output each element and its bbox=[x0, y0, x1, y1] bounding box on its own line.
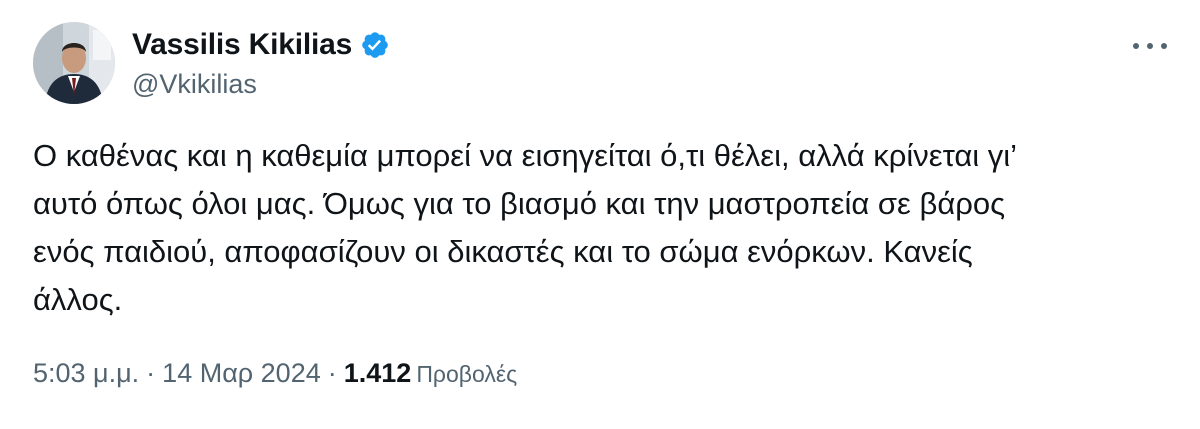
avatar-image bbox=[33, 22, 115, 104]
tweet-card: Vassilis Kikilias @Vkikilias Ο καθένας κ… bbox=[0, 0, 1200, 429]
avatar[interactable] bbox=[33, 22, 115, 104]
more-dot bbox=[1147, 43, 1153, 49]
more-options-icon[interactable] bbox=[1133, 36, 1167, 56]
author-display-name[interactable]: Vassilis Kikilias bbox=[132, 28, 352, 62]
author-handle[interactable]: @Vkikilias bbox=[132, 69, 257, 100]
tweet-text: Ο καθένας και η καθεμία μπορεί να εισηγε… bbox=[33, 132, 1153, 324]
more-dot bbox=[1133, 43, 1139, 49]
tweet-meta: 5:03 μ.μ. · 14 Μαρ 2024 · 1.412 Προβολές bbox=[33, 358, 517, 389]
views-count: 1.412 bbox=[343, 358, 412, 388]
more-dot bbox=[1161, 43, 1167, 49]
verified-badge-icon bbox=[360, 30, 390, 60]
tweet-text-line: άλλος. bbox=[33, 282, 123, 317]
meta-separator: · bbox=[146, 358, 156, 388]
tweet-date[interactable]: 14 Μαρ 2024 bbox=[162, 358, 321, 389]
tweet-text-line: Ο καθένας και η καθεμία μπορεί να εισηγε… bbox=[33, 138, 1018, 173]
views-label: Προβολές bbox=[416, 361, 518, 387]
meta-separator: · bbox=[327, 358, 337, 388]
tweet-text-line: αυτό όπως όλοι μας. Όμως για το βιασμό κ… bbox=[33, 186, 1006, 221]
tweet-time[interactable]: 5:03 μ.μ. bbox=[33, 358, 139, 389]
author-name-row: Vassilis Kikilias bbox=[132, 25, 390, 65]
tweet-text-line: ενός παιδιού, αποφασίζουν οι δικαστές κα… bbox=[33, 234, 973, 269]
